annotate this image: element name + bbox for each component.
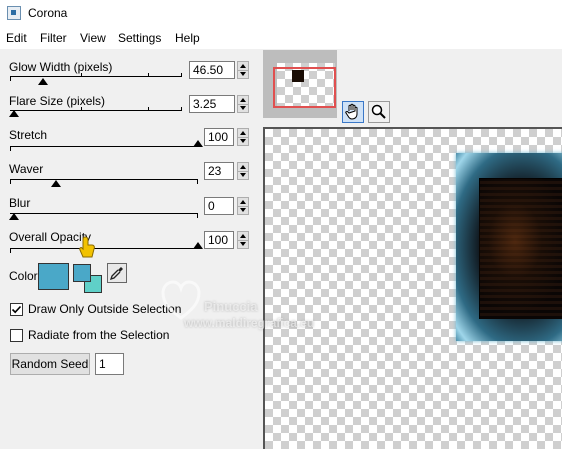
overall-opacity-slider-thumb[interactable] xyxy=(193,242,203,249)
magnifier-icon xyxy=(371,104,386,119)
blur-input[interactable]: 0 xyxy=(204,197,234,215)
hand-pointer-icon xyxy=(79,236,95,258)
slider-tick xyxy=(10,249,11,253)
overall-opacity-input[interactable]: 100 xyxy=(204,231,234,249)
draw-only-outside-checkbox[interactable] xyxy=(10,303,23,316)
checkmark-icon xyxy=(11,305,22,314)
stretch-label: Stretch xyxy=(9,128,48,142)
menu-filter[interactable]: Filter xyxy=(40,31,67,45)
waver-slider-track[interactable] xyxy=(10,179,198,180)
random-seed-input[interactable]: 1 xyxy=(95,353,124,375)
slider-tick xyxy=(10,180,11,184)
stretch-spinner[interactable] xyxy=(237,128,249,146)
hand-icon xyxy=(345,103,358,120)
slider-tick xyxy=(181,73,182,77)
stretch-slider-thumb[interactable] xyxy=(193,140,203,147)
blur-slider-track[interactable] xyxy=(10,213,198,214)
random-seed-button[interactable]: Random Seed xyxy=(10,353,90,375)
app-icon xyxy=(7,6,21,20)
eyedropper-button[interactable] xyxy=(107,263,127,283)
radiate-from-selection-checkbox[interactable] xyxy=(10,329,23,342)
flare-size-spinner[interactable] xyxy=(237,95,249,113)
glow-width-spinner[interactable] xyxy=(237,61,249,79)
radiate-from-selection-label: Radiate from the Selection xyxy=(28,328,170,342)
waver-input[interactable]: 23 xyxy=(204,162,234,180)
waver-label: Waver xyxy=(9,162,44,176)
glow-width-slider-thumb[interactable] xyxy=(38,78,48,85)
menu-view[interactable]: View xyxy=(80,31,106,45)
color-label: Color xyxy=(9,269,38,283)
glow-width-label: Glow Width (pixels) xyxy=(9,60,113,74)
preview-image-glow xyxy=(479,178,562,318)
overall-opacity-spinner[interactable] xyxy=(237,231,249,249)
secondary-color-front-swatch[interactable] xyxy=(73,264,91,282)
glow-width-slider-track[interactable] xyxy=(10,76,182,77)
primary-color-swatch[interactable] xyxy=(38,263,69,290)
slider-tick xyxy=(181,107,182,111)
slider-tick xyxy=(81,73,82,77)
blur-slider-thumb[interactable] xyxy=(9,213,19,220)
flare-size-slider-thumb[interactable] xyxy=(9,110,19,117)
zoom-tool-button[interactable] xyxy=(368,101,390,123)
window-title: Corona xyxy=(28,6,68,20)
slider-tick xyxy=(148,73,149,77)
stretch-input[interactable]: 100 xyxy=(204,128,234,146)
pan-tool-button[interactable] xyxy=(342,101,364,123)
eyedropper-icon xyxy=(109,267,123,281)
menu-settings[interactable]: Settings xyxy=(118,31,161,45)
glow-width-input[interactable]: 46.50 xyxy=(189,61,235,79)
flare-size-label: Flare Size (pixels) xyxy=(9,94,106,108)
slider-tick xyxy=(10,77,11,81)
slider-tick xyxy=(10,147,11,151)
slider-tick xyxy=(81,107,82,111)
slider-tick xyxy=(197,180,198,184)
waver-slider-thumb[interactable] xyxy=(51,180,61,187)
slider-tick xyxy=(148,107,149,111)
menu-edit[interactable]: Edit xyxy=(6,31,27,45)
blur-spinner[interactable] xyxy=(237,197,249,215)
draw-only-outside-label: Draw Only Outside Selection xyxy=(28,302,182,316)
overall-opacity-slider-track[interactable] xyxy=(10,248,198,249)
flare-size-input[interactable]: 3.25 xyxy=(189,95,235,113)
watermark-url: www.maldiregrafica.eu xyxy=(184,316,315,330)
watermark-name: Pinuccia xyxy=(204,299,258,314)
waver-spinner[interactable] xyxy=(237,162,249,180)
slider-tick xyxy=(197,214,198,218)
flare-size-slider-track[interactable] xyxy=(10,110,182,111)
menu-bar: Edit Filter View Settings Help xyxy=(0,28,562,49)
title-bar: Corona xyxy=(0,0,562,28)
menu-help[interactable]: Help xyxy=(175,31,200,45)
blur-label: Blur xyxy=(9,196,31,210)
stretch-slider-track[interactable] xyxy=(10,146,198,147)
preview-navigator-viewport[interactable] xyxy=(273,67,336,108)
